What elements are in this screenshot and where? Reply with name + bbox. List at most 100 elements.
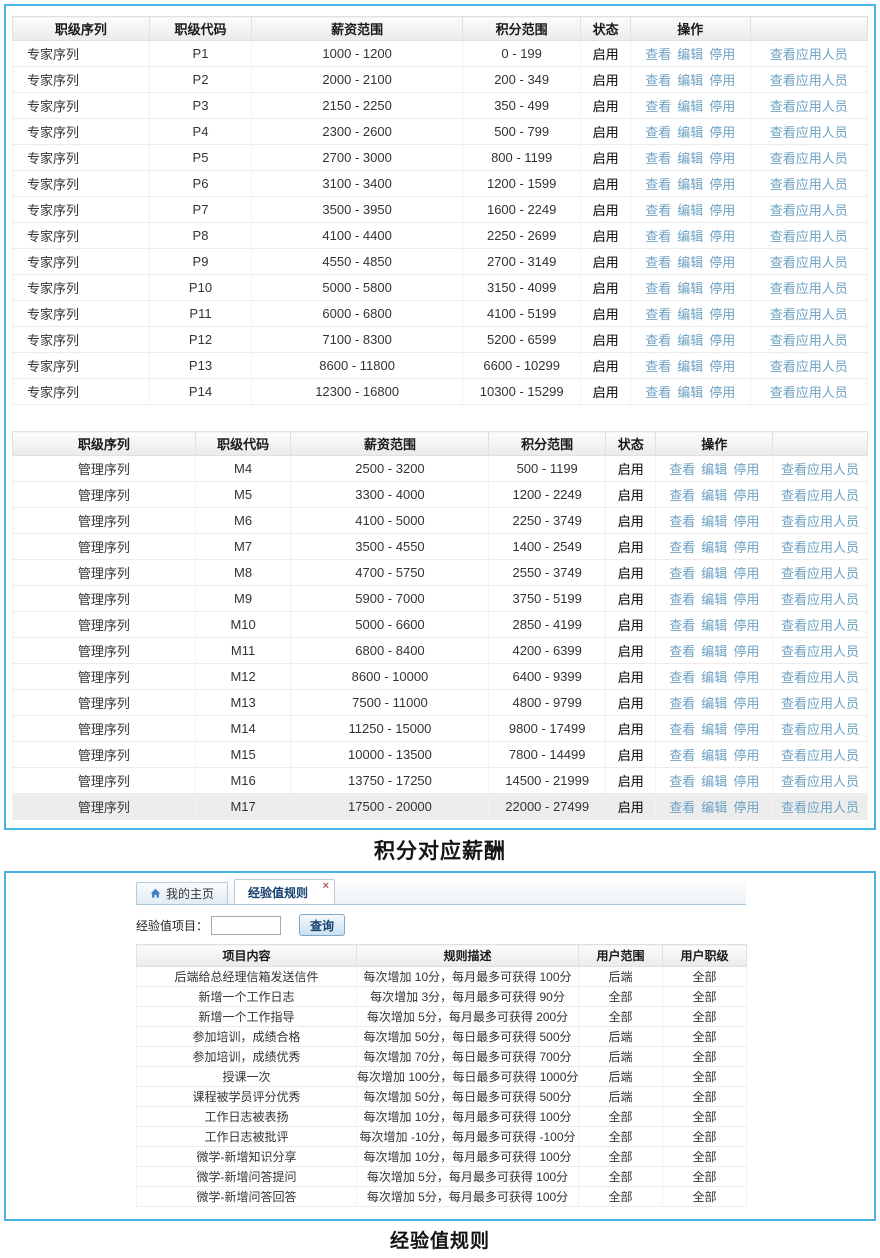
disable-link[interactable]: 停用 bbox=[709, 229, 735, 244]
edit-link[interactable]: 编辑 bbox=[677, 385, 703, 400]
view-users-link[interactable]: 查看应用人员 bbox=[781, 462, 859, 477]
disable-link[interactable]: 停用 bbox=[709, 255, 735, 270]
disable-link[interactable]: 停用 bbox=[733, 462, 759, 477]
view-users-link[interactable]: 查看应用人员 bbox=[770, 281, 848, 296]
view-link[interactable]: 查看 bbox=[669, 514, 695, 529]
edit-link[interactable]: 编辑 bbox=[677, 99, 703, 114]
view-link[interactable]: 查看 bbox=[645, 333, 671, 348]
edit-link[interactable]: 编辑 bbox=[677, 73, 703, 88]
view-users-link[interactable]: 查看应用人员 bbox=[770, 177, 848, 192]
view-users-link[interactable]: 查看应用人员 bbox=[770, 255, 848, 270]
edit-link[interactable]: 编辑 bbox=[677, 47, 703, 62]
view-users-link[interactable]: 查看应用人员 bbox=[781, 488, 859, 503]
edit-link[interactable]: 编辑 bbox=[677, 151, 703, 166]
view-users-link[interactable]: 查看应用人员 bbox=[781, 696, 859, 711]
view-link[interactable]: 查看 bbox=[669, 748, 695, 763]
view-link[interactable]: 查看 bbox=[669, 800, 695, 815]
view-link[interactable]: 查看 bbox=[669, 592, 695, 607]
view-link[interactable]: 查看 bbox=[645, 281, 671, 296]
edit-link[interactable]: 编辑 bbox=[677, 255, 703, 270]
disable-link[interactable]: 停用 bbox=[709, 125, 735, 140]
view-users-link[interactable]: 查看应用人员 bbox=[781, 774, 859, 789]
view-users-link[interactable]: 查看应用人员 bbox=[781, 748, 859, 763]
edit-link[interactable]: 编辑 bbox=[701, 722, 727, 737]
experience-item-input[interactable] bbox=[211, 916, 281, 935]
view-users-link[interactable]: 查看应用人员 bbox=[781, 592, 859, 607]
view-link[interactable]: 查看 bbox=[669, 644, 695, 659]
disable-link[interactable]: 停用 bbox=[733, 722, 759, 737]
disable-link[interactable]: 停用 bbox=[733, 644, 759, 659]
view-link[interactable]: 查看 bbox=[645, 47, 671, 62]
close-icon[interactable]: × bbox=[323, 880, 329, 892]
edit-link[interactable]: 编辑 bbox=[701, 748, 727, 763]
view-users-link[interactable]: 查看应用人员 bbox=[781, 566, 859, 581]
edit-link[interactable]: 编辑 bbox=[701, 670, 727, 685]
disable-link[interactable]: 停用 bbox=[709, 73, 735, 88]
disable-link[interactable]: 停用 bbox=[709, 307, 735, 322]
edit-link[interactable]: 编辑 bbox=[701, 774, 727, 789]
disable-link[interactable]: 停用 bbox=[733, 514, 759, 529]
query-button[interactable]: 查询 bbox=[299, 914, 345, 936]
view-link[interactable]: 查看 bbox=[669, 722, 695, 737]
disable-link[interactable]: 停用 bbox=[733, 566, 759, 581]
edit-link[interactable]: 编辑 bbox=[701, 644, 727, 659]
disable-link[interactable]: 停用 bbox=[733, 540, 759, 555]
view-link[interactable]: 查看 bbox=[669, 696, 695, 711]
disable-link[interactable]: 停用 bbox=[709, 151, 735, 166]
view-users-link[interactable]: 查看应用人员 bbox=[781, 722, 859, 737]
view-users-link[interactable]: 查看应用人员 bbox=[770, 47, 848, 62]
tab-experience-rules[interactable]: 经验值规则 × bbox=[234, 879, 335, 904]
view-users-link[interactable]: 查看应用人员 bbox=[770, 333, 848, 348]
view-link[interactable]: 查看 bbox=[669, 540, 695, 555]
edit-link[interactable]: 编辑 bbox=[677, 281, 703, 296]
disable-link[interactable]: 停用 bbox=[733, 488, 759, 503]
view-users-link[interactable]: 查看应用人员 bbox=[781, 670, 859, 685]
view-users-link[interactable]: 查看应用人员 bbox=[770, 125, 848, 140]
edit-link[interactable]: 编辑 bbox=[701, 592, 727, 607]
view-link[interactable]: 查看 bbox=[645, 99, 671, 114]
edit-link[interactable]: 编辑 bbox=[677, 177, 703, 192]
disable-link[interactable]: 停用 bbox=[709, 47, 735, 62]
view-link[interactable]: 查看 bbox=[645, 359, 671, 374]
view-link[interactable]: 查看 bbox=[645, 73, 671, 88]
view-users-link[interactable]: 查看应用人员 bbox=[781, 618, 859, 633]
disable-link[interactable]: 停用 bbox=[733, 618, 759, 633]
disable-link[interactable]: 停用 bbox=[733, 774, 759, 789]
disable-link[interactable]: 停用 bbox=[709, 99, 735, 114]
disable-link[interactable]: 停用 bbox=[709, 359, 735, 374]
edit-link[interactable]: 编辑 bbox=[701, 462, 727, 477]
edit-link[interactable]: 编辑 bbox=[677, 125, 703, 140]
disable-link[interactable]: 停用 bbox=[709, 333, 735, 348]
edit-link[interactable]: 编辑 bbox=[701, 696, 727, 711]
view-users-link[interactable]: 查看应用人员 bbox=[770, 151, 848, 166]
edit-link[interactable]: 编辑 bbox=[677, 307, 703, 322]
edit-link[interactable]: 编辑 bbox=[677, 229, 703, 244]
view-link[interactable]: 查看 bbox=[645, 125, 671, 140]
view-users-link[interactable]: 查看应用人员 bbox=[770, 99, 848, 114]
disable-link[interactable]: 停用 bbox=[733, 696, 759, 711]
view-users-link[interactable]: 查看应用人员 bbox=[770, 307, 848, 322]
edit-link[interactable]: 编辑 bbox=[701, 540, 727, 555]
view-link[interactable]: 查看 bbox=[645, 229, 671, 244]
view-link[interactable]: 查看 bbox=[645, 151, 671, 166]
view-users-link[interactable]: 查看应用人员 bbox=[781, 540, 859, 555]
view-link[interactable]: 查看 bbox=[645, 255, 671, 270]
edit-link[interactable]: 编辑 bbox=[701, 566, 727, 581]
view-users-link[interactable]: 查看应用人员 bbox=[770, 385, 848, 400]
disable-link[interactable]: 停用 bbox=[709, 203, 735, 218]
edit-link[interactable]: 编辑 bbox=[677, 359, 703, 374]
view-users-link[interactable]: 查看应用人员 bbox=[781, 514, 859, 529]
disable-link[interactable]: 停用 bbox=[733, 748, 759, 763]
edit-link[interactable]: 编辑 bbox=[701, 800, 727, 815]
disable-link[interactable]: 停用 bbox=[709, 177, 735, 192]
view-users-link[interactable]: 查看应用人员 bbox=[770, 203, 848, 218]
view-users-link[interactable]: 查看应用人员 bbox=[781, 800, 859, 815]
view-link[interactable]: 查看 bbox=[645, 177, 671, 192]
view-link[interactable]: 查看 bbox=[669, 670, 695, 685]
view-users-link[interactable]: 查看应用人员 bbox=[770, 229, 848, 244]
view-users-link[interactable]: 查看应用人员 bbox=[770, 73, 848, 88]
view-link[interactable]: 查看 bbox=[645, 307, 671, 322]
disable-link[interactable]: 停用 bbox=[709, 385, 735, 400]
view-link[interactable]: 查看 bbox=[669, 488, 695, 503]
edit-link[interactable]: 编辑 bbox=[677, 333, 703, 348]
